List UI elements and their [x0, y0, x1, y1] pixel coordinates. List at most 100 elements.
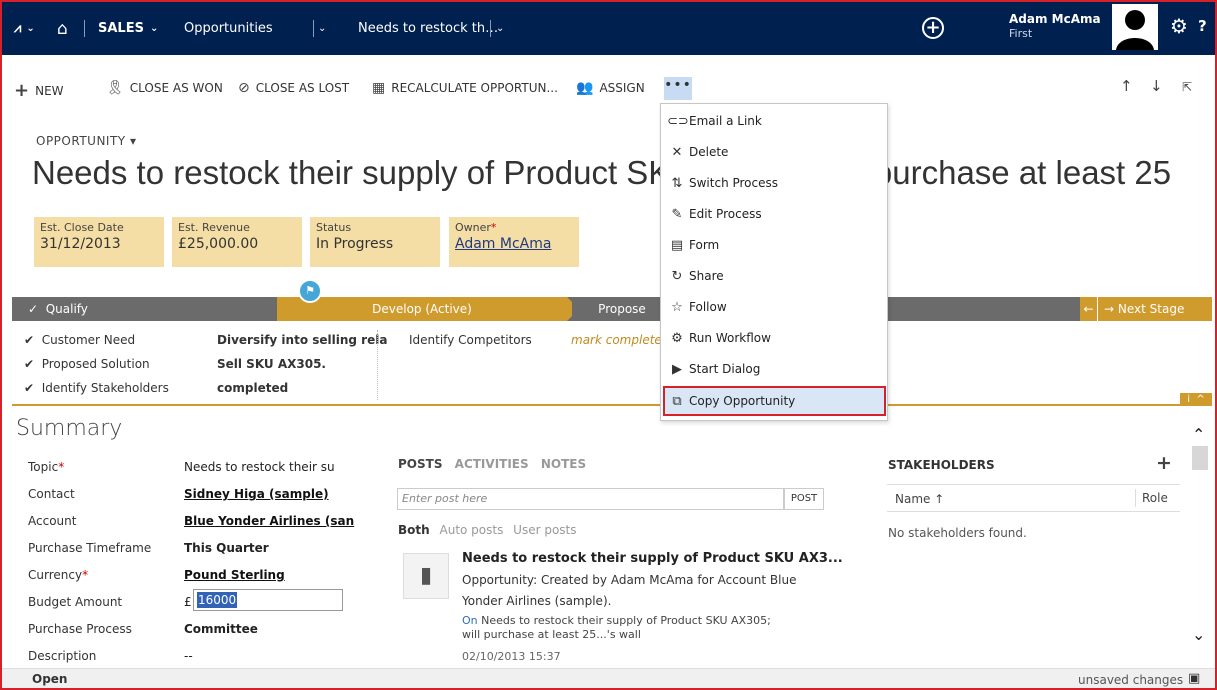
entity-nav[interactable]: Opportunities [184, 2, 273, 55]
process-step-value[interactable]: Diversify into selling rela [217, 333, 387, 347]
filter-user-posts[interactable]: User posts [513, 523, 576, 537]
caret-down-icon: ▾ [129, 134, 137, 148]
post-type-icon: ▮ [403, 553, 449, 599]
arrow-up-icon[interactable]: ↑ [1120, 77, 1133, 95]
field-label: Account [28, 514, 77, 528]
user-name[interactable]: Adam McAma [1009, 12, 1101, 26]
tab-activities[interactable]: ACTIVITIES [455, 457, 529, 471]
purchase-timeframe-field[interactable]: This Quarter [184, 541, 269, 555]
flag-icon: ⚑ [298, 279, 322, 303]
add-stakeholder-icon[interactable]: + [1156, 452, 1172, 474]
scrollbar-thumb[interactable] [1192, 446, 1208, 470]
star-icon: ☆ [671, 299, 683, 315]
more-commands-menu: ⊂⊃ Email a Link ✕ Delete ⇅ Switch Process ✎… [660, 103, 888, 421]
switch-icon: ⇅ [671, 175, 683, 191]
column-name[interactable]: Name ↑ [895, 492, 944, 506]
area-menu[interactable]: SALES ⌄ [98, 2, 158, 55]
process-step-value[interactable]: Sell SKU AX305. [217, 357, 326, 371]
page-title: Needs to restock their supply of Product… [32, 154, 1172, 191]
process-step-value[interactable]: completed [217, 381, 288, 395]
copy-icon: ⧉ [672, 393, 682, 409]
budget-amount-value: 16000 [197, 592, 238, 608]
entity-label[interactable]: OPPORTUNITY ▾ [36, 134, 136, 148]
header-field-owner[interactable]: Owner* Adam McAma [449, 217, 579, 267]
section-divider [12, 404, 1212, 406]
description-field[interactable]: -- [184, 649, 193, 663]
header-field-revenue[interactable]: Est. Revenue £25,000.00 [172, 217, 302, 267]
column-role[interactable]: Role [1135, 489, 1168, 507]
menu-item-delete[interactable]: ✕ Delete [667, 137, 881, 167]
mark-complete-link[interactable]: mark complete [571, 333, 662, 347]
unsaved-changes: unsaved changes [1078, 673, 1184, 687]
avatar[interactable] [1112, 4, 1158, 50]
new-button[interactable]: + NEW [14, 80, 64, 101]
assign-button[interactable]: 👥 ASSIGN [576, 80, 645, 96]
chevron-down-icon[interactable]: ⌄ [496, 2, 504, 55]
stage-propose[interactable]: Propose [572, 297, 672, 321]
top-nav-bar: ⩘ ⌄ ⌂ SALES ⌄ Opportunities ⌄ Needs to res… [2, 2, 1215, 55]
menu-item-edit-process[interactable]: ✎ Edit Process [667, 199, 881, 229]
contact-link[interactable]: Sidney Higa (sample) [184, 487, 329, 501]
topic-field[interactable]: Needs to restock their su [184, 460, 335, 474]
purchase-process-field[interactable]: Committee [184, 622, 258, 636]
stage-develop[interactable]: Develop (Active) [277, 297, 579, 321]
currency-symbol: £ [184, 595, 192, 609]
save-icon[interactable]: ▣ [1188, 671, 1200, 686]
link-icon: ⊂⊃ [667, 113, 689, 129]
calculator-icon: ▦ [372, 80, 386, 96]
post-wall: On Needs to restock their supply of Prod… [462, 614, 771, 627]
more-commands-button[interactable]: ••• [664, 77, 692, 100]
recalculate-button[interactable]: ▦ RECALCULATE OPPORTUN... [372, 80, 558, 96]
field-label: Contact [28, 487, 75, 501]
filter-auto-posts[interactable]: Auto posts [440, 523, 504, 537]
close-as-lost-button[interactable]: ⊘ CLOSE AS LOST [238, 80, 349, 96]
field-label: Description [28, 649, 97, 663]
help-icon[interactable]: ? [1198, 17, 1207, 35]
next-stage-button[interactable]: ← → Next Stage [1080, 297, 1212, 321]
check-icon: ✔ [24, 357, 35, 371]
menu-item-start-dialog[interactable]: ▶ Start Dialog [667, 354, 881, 384]
menu-item-form[interactable]: ▤ Form [667, 230, 881, 260]
gear-icon[interactable]: ⚙ [1170, 14, 1188, 38]
tab-posts[interactable]: POSTS [398, 457, 442, 471]
record-nav[interactable]: Needs to restock th… [358, 2, 498, 55]
scroll-down-icon[interactable]: ⌄ [1192, 625, 1205, 644]
expand-icon[interactable]: ⇱ [1182, 80, 1192, 94]
budget-amount-input[interactable]: 16000 [193, 589, 343, 611]
arrow-down-icon[interactable]: ↓ [1150, 77, 1163, 95]
post-title[interactable]: Needs to restock their supply of Product… [462, 551, 843, 566]
process-step: ✔ Customer Need [24, 333, 136, 347]
field-label: Budget Amount [28, 595, 123, 609]
header-field-status[interactable]: Status In Progress [310, 217, 440, 267]
header-field-close-date[interactable]: Est. Close Date 31/12/2013 [34, 217, 164, 267]
collapse-icon[interactable]: i ^ [1180, 393, 1212, 406]
menu-item-switch-process[interactable]: ⇅ Switch Process [667, 168, 881, 198]
close-as-won-button[interactable]: 🎗 CLOSE AS WON [106, 80, 223, 96]
home-icon[interactable]: ⌂ [57, 2, 68, 55]
post-body: Opportunity: Created by Adam McAma for A… [462, 573, 797, 587]
process-step: ✔ Proposed Solution [24, 357, 150, 371]
stakeholders-heading: STAKEHOLDERS [888, 458, 995, 472]
create-icon[interactable]: + [922, 17, 944, 39]
tab-notes[interactable]: NOTES [541, 457, 586, 471]
record-status: Open [32, 672, 68, 686]
chevron-down-icon[interactable]: ⌄ [318, 2, 326, 55]
menu-item-copy-opportunity[interactable]: ⧉ Copy Opportunity [663, 386, 886, 416]
arrow-right-icon: → [1104, 302, 1115, 316]
app-logo[interactable]: ⩘ ⌄ [14, 2, 35, 55]
people-icon: 👥 [576, 80, 594, 96]
filter-both[interactable]: Both [398, 523, 430, 537]
arrow-left-icon[interactable]: ← [1080, 297, 1098, 321]
menu-item-run-workflow[interactable]: ⚙ Run Workflow [667, 323, 881, 353]
account-link[interactable]: Blue Yonder Airlines (san [184, 514, 354, 528]
menu-item-email-link[interactable]: ⊂⊃ Email a Link [667, 106, 881, 136]
post-button[interactable]: POST [784, 488, 824, 510]
scroll-up-icon[interactable]: ⌃ [1192, 425, 1205, 444]
stage-qualify[interactable]: ✓ Qualify [12, 297, 262, 321]
field-label: Purchase Process [28, 622, 132, 636]
post-input[interactable]: Enter post here [397, 488, 784, 510]
menu-item-follow[interactable]: ☆ Follow [667, 292, 881, 322]
currency-link[interactable]: Pound Sterling [184, 568, 285, 582]
stakeholders-grid-header: Name ↑ Role [887, 484, 1180, 512]
menu-item-share[interactable]: ↻ Share [667, 261, 881, 291]
